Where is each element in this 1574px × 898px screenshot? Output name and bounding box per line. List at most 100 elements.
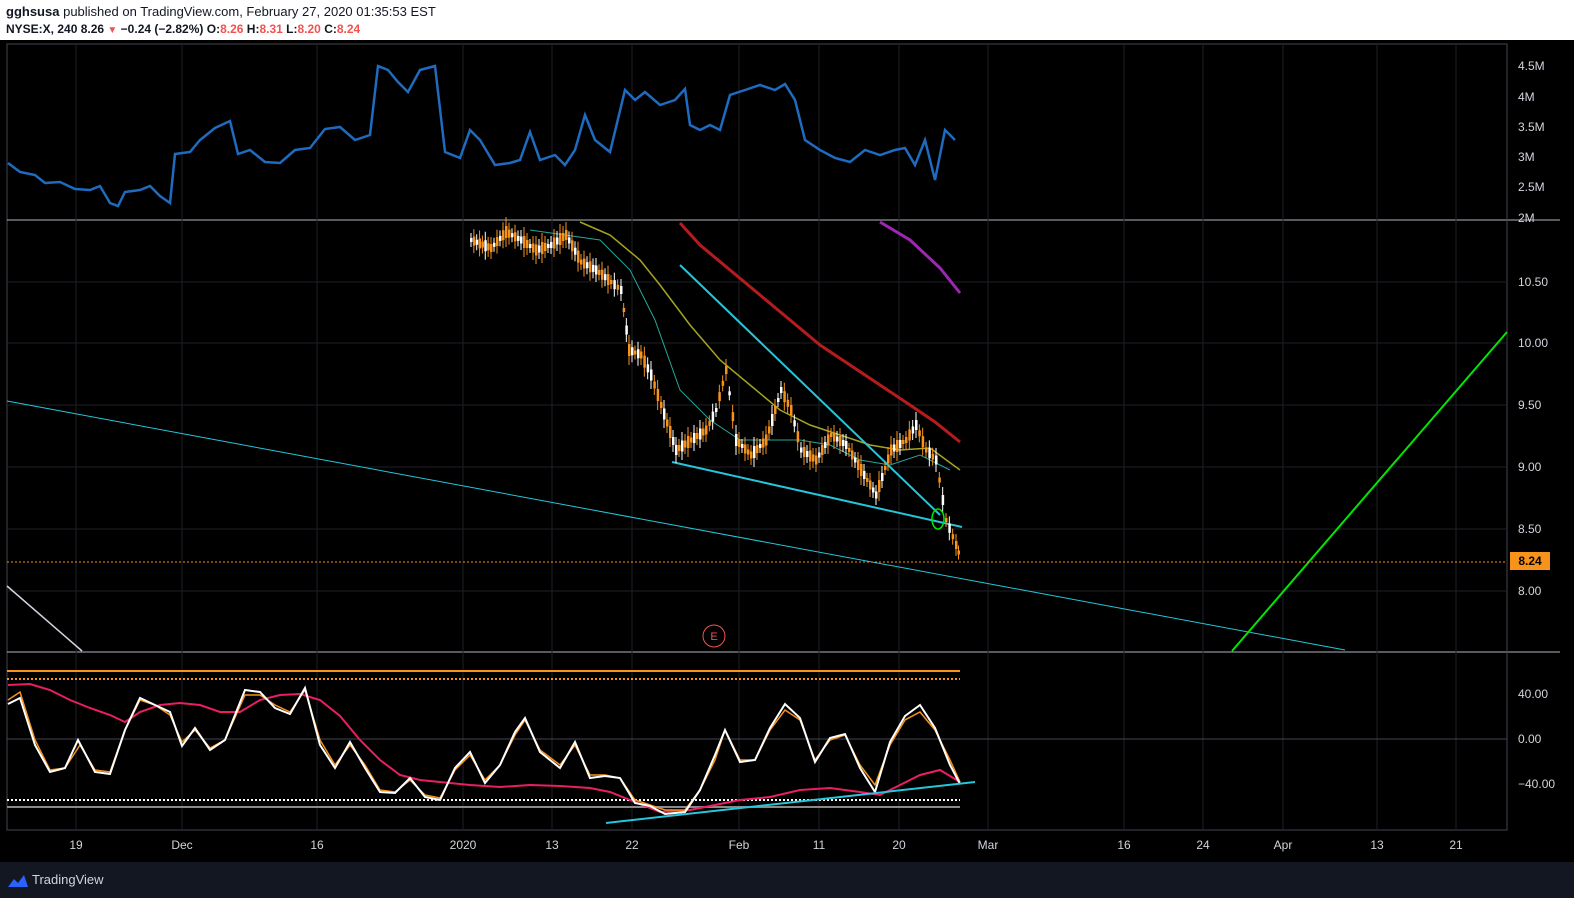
candle-body bbox=[803, 447, 806, 457]
candle-body bbox=[753, 446, 756, 458]
candle-body bbox=[592, 264, 595, 272]
candle-body bbox=[490, 244, 493, 252]
candle-body bbox=[771, 414, 774, 426]
candle-body bbox=[526, 240, 529, 248]
footer-bar: TradingView bbox=[0, 862, 1574, 898]
candle-body bbox=[890, 444, 893, 456]
candle-body bbox=[735, 434, 738, 446]
candle-body bbox=[684, 440, 687, 448]
candle-body bbox=[796, 431, 800, 443]
low-label: L: bbox=[286, 22, 298, 36]
candle-body bbox=[854, 457, 857, 463]
candle-body bbox=[653, 381, 656, 389]
candle-body bbox=[759, 444, 762, 448]
candle-body bbox=[756, 445, 759, 453]
candle-body bbox=[741, 444, 744, 448]
candle-body bbox=[496, 237, 499, 247]
candle-body bbox=[750, 451, 753, 459]
candle-body bbox=[915, 420, 918, 430]
candle-body bbox=[478, 238, 482, 249]
candle-body bbox=[634, 350, 637, 355]
candle-body bbox=[601, 269, 604, 280]
candle-body bbox=[690, 437, 693, 443]
symbol-label[interactable]: NYSE:X, 240 bbox=[6, 22, 77, 36]
price-tick-label: 9.00 bbox=[1518, 460, 1542, 474]
candle-body bbox=[472, 236, 476, 246]
candle-body bbox=[628, 344, 631, 356]
candle-body bbox=[574, 247, 577, 255]
candle-body bbox=[675, 445, 678, 455]
chart-canvas[interactable]: E 4.5M 4M 3.5M 3M 2.5M 2M 10.50 10.00 9.50 9.00 8… bbox=[0, 40, 1574, 862]
candle-body bbox=[541, 242, 544, 254]
price-tick-label: 8.00 bbox=[1518, 584, 1542, 598]
candle-body bbox=[881, 473, 884, 481]
open-label: O: bbox=[206, 22, 221, 36]
candle-body bbox=[580, 259, 583, 265]
publisher-name[interactable]: gghsusa bbox=[6, 4, 59, 19]
candle-body bbox=[827, 434, 830, 446]
candle-body bbox=[511, 233, 514, 238]
candle-body bbox=[935, 455, 938, 465]
tradingview-logo[interactable]: TradingView bbox=[8, 872, 104, 887]
time-tick-label: Feb bbox=[729, 838, 750, 852]
candle-body bbox=[957, 550, 960, 555]
candle-body bbox=[696, 433, 699, 439]
candle-body bbox=[529, 244, 532, 248]
candle-body bbox=[508, 229, 511, 238]
published-text: published on TradingView.com, February 2… bbox=[63, 4, 436, 19]
candle-body bbox=[728, 391, 731, 396]
time-tick-label: 13 bbox=[545, 838, 559, 852]
time-tick-label: 13 bbox=[1370, 838, 1384, 852]
volume-tick-label: 4.5M bbox=[1518, 59, 1545, 73]
candle-body bbox=[672, 437, 675, 445]
candle-body bbox=[616, 284, 620, 290]
candle-body bbox=[857, 460, 860, 470]
oscillator-axis: 40.00 0.00 −40.00 bbox=[1518, 687, 1555, 791]
candle-body bbox=[663, 408, 666, 420]
candle-body bbox=[666, 419, 669, 427]
candle-body bbox=[484, 240, 487, 252]
candle-body bbox=[470, 238, 473, 242]
close-label: C: bbox=[324, 22, 337, 36]
candle-body bbox=[595, 265, 598, 275]
candle-body bbox=[475, 239, 479, 245]
candle-body bbox=[678, 445, 681, 451]
candle-body bbox=[505, 226, 508, 238]
time-tick-label: Mar bbox=[978, 838, 999, 852]
candle-body bbox=[535, 244, 538, 256]
symbol-info: NYSE:X, 240 8.26 ▼ −0.24 (−2.82%) O:8.26… bbox=[6, 22, 360, 36]
candle-body bbox=[809, 450, 812, 462]
candle-body bbox=[538, 245, 541, 253]
candle-body bbox=[905, 437, 908, 443]
time-tick-label: 11 bbox=[813, 838, 826, 852]
last-value: 8.26 bbox=[80, 22, 105, 36]
candle-body bbox=[860, 464, 863, 476]
candle-body bbox=[640, 351, 643, 359]
candle-body bbox=[851, 450, 854, 460]
time-tick-label: Dec bbox=[171, 838, 192, 852]
candle-body bbox=[887, 454, 890, 464]
candle-body bbox=[815, 455, 818, 465]
candle-body bbox=[830, 433, 833, 437]
candle-body bbox=[499, 235, 502, 241]
candle-body bbox=[821, 445, 824, 455]
volume-tick-label: 3M bbox=[1518, 150, 1535, 164]
time-tick-label: 16 bbox=[310, 838, 324, 852]
volume-tick-label: 4M bbox=[1518, 90, 1535, 104]
candle-body bbox=[738, 439, 741, 447]
time-tick-label: 22 bbox=[625, 838, 639, 852]
candle-body bbox=[517, 235, 520, 241]
change-value: −0.24 (−2.82%) bbox=[120, 22, 204, 36]
open-value: 8.26 bbox=[220, 22, 244, 36]
time-tick-label: 20 bbox=[892, 838, 906, 852]
candle-body bbox=[931, 453, 935, 460]
candle-body bbox=[800, 447, 803, 453]
candle-body bbox=[774, 406, 777, 414]
candle-body bbox=[487, 243, 490, 251]
volume-tick-label: 2.5M bbox=[1518, 180, 1545, 194]
price-tick-label: 10.50 bbox=[1518, 275, 1548, 289]
candle-body bbox=[565, 230, 568, 240]
candle-body bbox=[899, 440, 902, 448]
price-tick-label: 9.50 bbox=[1518, 398, 1542, 412]
candle-body bbox=[744, 444, 747, 454]
